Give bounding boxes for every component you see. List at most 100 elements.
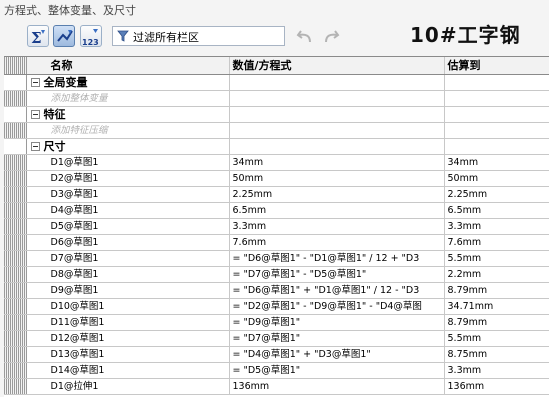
undo-icon[interactable] bbox=[296, 27, 314, 45]
dimension-name[interactable]: D1@拉伸1 bbox=[26, 378, 230, 395]
group-dims: 尺寸 bbox=[4, 138, 549, 155]
evaluated-value: 3.3mm bbox=[444, 218, 549, 235]
column-header-name[interactable]: 名称 bbox=[26, 57, 230, 75]
row-selector[interactable] bbox=[4, 90, 27, 107]
value-equation-cell[interactable]: 3.3mm bbox=[229, 218, 445, 235]
collapse-icon[interactable] bbox=[30, 77, 40, 87]
add-global-placeholder[interactable]: 添加整体变量 bbox=[26, 90, 230, 107]
evaluated-value: 34.71mm bbox=[444, 298, 549, 315]
group-label-dims: 尺寸 bbox=[43, 139, 66, 153]
row-selector[interactable] bbox=[4, 378, 27, 395]
dimension-name[interactable]: D11@草图1 bbox=[26, 314, 230, 331]
value-equation-cell[interactable]: = "D5@草图1" bbox=[229, 362, 445, 379]
row-selector-header[interactable] bbox=[4, 57, 27, 75]
dimension-name[interactable]: D5@草图1 bbox=[26, 218, 230, 235]
row-selector[interactable] bbox=[4, 106, 27, 123]
collapse-icon[interactable] bbox=[30, 109, 40, 119]
evaluated-value: 6.5mm bbox=[444, 202, 549, 219]
dimension-name[interactable]: D6@草图1 bbox=[26, 234, 230, 251]
table-row[interactable]: D10@草图1 = "D2@草图1" - "D9@草图1" - "D4@草图 34.… bbox=[4, 298, 549, 315]
table-row[interactable]: D3@草图1 2.25mm 2.25mm bbox=[4, 186, 549, 203]
row-selector[interactable] bbox=[4, 330, 27, 347]
table-row[interactable]: D4@草图1 6.5mm 6.5mm bbox=[4, 202, 549, 219]
dimension-name[interactable]: D10@草图1 bbox=[26, 298, 230, 315]
dimension-button[interactable]: 123 bbox=[80, 25, 102, 47]
row-selector[interactable] bbox=[4, 138, 27, 155]
row-selector[interactable] bbox=[4, 154, 27, 171]
row-selector[interactable] bbox=[4, 234, 27, 251]
global-var-button[interactable] bbox=[53, 25, 75, 47]
table-row[interactable]: D1@拉伸1 136mm 136mm bbox=[4, 378, 549, 395]
value-equation-cell[interactable]: 2.25mm bbox=[229, 186, 445, 203]
column-header-value[interactable]: 数值/方程式 bbox=[229, 57, 445, 75]
table-row[interactable]: D11@草图1 = "D9@草图1" 8.79mm bbox=[4, 314, 549, 331]
evaluated-value: 5.5mm bbox=[444, 250, 549, 267]
dimension-name[interactable]: D2@草图1 bbox=[26, 170, 230, 187]
value-equation-cell[interactable]: = "D6@草图1" - "D1@草图1" / 12 + "D3 bbox=[229, 250, 445, 267]
dimension-name[interactable]: D14@草图1 bbox=[26, 362, 230, 379]
evaluated-value: 50mm bbox=[444, 170, 549, 187]
dimension-name[interactable]: D8@草图1 bbox=[26, 266, 230, 283]
row-selector[interactable] bbox=[4, 218, 27, 235]
row-selector[interactable] bbox=[4, 282, 27, 299]
add-global-row: 添加整体变量 bbox=[4, 90, 549, 107]
table-row[interactable]: D2@草图1 50mm 50mm bbox=[4, 170, 549, 187]
value-equation-cell[interactable]: = "D7@草图1" bbox=[229, 330, 445, 347]
global-var-icon bbox=[57, 30, 73, 42]
dimension-name[interactable]: D3@草图1 bbox=[26, 186, 230, 203]
row-selector[interactable] bbox=[4, 250, 27, 267]
add-feature-placeholder[interactable]: 添加特征压缩 bbox=[26, 122, 230, 139]
row-selector[interactable] bbox=[4, 298, 27, 315]
value-equation-cell[interactable]: 6.5mm bbox=[229, 202, 445, 219]
evaluated-value: 7.6mm bbox=[444, 234, 549, 251]
table-row[interactable]: D5@草图1 3.3mm 3.3mm bbox=[4, 218, 549, 235]
row-selector[interactable] bbox=[4, 346, 27, 363]
value-equation-cell[interactable]: = "D7@草图1" - "D5@草图1" bbox=[229, 266, 445, 283]
row-selector[interactable] bbox=[4, 362, 27, 379]
dimension-name[interactable]: D1@草图1 bbox=[26, 154, 230, 171]
row-selector[interactable] bbox=[4, 186, 27, 203]
row-selector[interactable] bbox=[4, 170, 27, 187]
toolbar: Σ 123 过滤所有栏区 10#工字钢 bbox=[0, 18, 549, 56]
collapse-icon[interactable] bbox=[30, 141, 40, 151]
value-equation-cell[interactable]: 50mm bbox=[229, 170, 445, 187]
value-equation-cell[interactable]: 136mm bbox=[229, 378, 445, 395]
filter-field[interactable]: 过滤所有栏区 bbox=[112, 26, 285, 46]
table-row[interactable]: D9@草图1 = "D6@草图1" + "D1@草图1" / 12 - "D3 8.… bbox=[4, 282, 549, 299]
value-equation-cell[interactable]: = "D6@草图1" + "D1@草图1" / 12 - "D3 bbox=[229, 282, 445, 299]
table-row[interactable]: D14@草图1 = "D5@草图1" 3.3mm bbox=[4, 362, 549, 379]
value-equation-cell[interactable]: = "D2@草图1" - "D9@草图1" - "D4@草图 bbox=[229, 298, 445, 315]
table-row[interactable]: D7@草图1 = "D6@草图1" - "D1@草图1" / 12 + "D3 5.… bbox=[4, 250, 549, 267]
row-selector[interactable] bbox=[4, 202, 27, 219]
dimension-name[interactable]: D4@草图1 bbox=[26, 202, 230, 219]
dimension-icon: 123 bbox=[82, 29, 99, 47]
table-row[interactable]: D12@草图1 = "D7@草图1" 5.5mm bbox=[4, 330, 549, 347]
row-selector[interactable] bbox=[4, 314, 27, 331]
dimension-name[interactable]: D13@草图1 bbox=[26, 346, 230, 363]
filter-label: 过滤所有栏区 bbox=[133, 31, 199, 44]
dimension-name[interactable]: D7@草图1 bbox=[26, 250, 230, 267]
equations-table: 名称 数值/方程式 估算到 全局变量 添加整体变量 特征 添加特征压缩 尺寸 D… bbox=[4, 56, 549, 397]
redo-icon[interactable] bbox=[322, 27, 340, 45]
table-row[interactable]: D8@草图1 = "D7@草图1" - "D5@草图1" 2.2mm bbox=[4, 266, 549, 283]
window-title: 方程式、整体变量、及尺寸 bbox=[4, 4, 136, 17]
row-selector[interactable] bbox=[4, 74, 27, 91]
sigma-button[interactable]: Σ bbox=[27, 25, 49, 47]
value-equation-cell[interactable]: = "D9@草图1" bbox=[229, 314, 445, 331]
evaluated-value: 3.3mm bbox=[444, 362, 549, 379]
value-equation-cell[interactable]: 7.6mm bbox=[229, 234, 445, 251]
value-equation-cell[interactable]: = "D4@草图1" + "D3@草图1" bbox=[229, 346, 445, 363]
dimension-name[interactable]: D9@草图1 bbox=[26, 282, 230, 299]
table-row[interactable]: D6@草图1 7.6mm 7.6mm bbox=[4, 234, 549, 251]
filter-icon bbox=[117, 30, 129, 42]
value-equation-cell[interactable]: 34mm bbox=[229, 154, 445, 171]
group-features: 特征 bbox=[4, 106, 549, 123]
row-selector[interactable] bbox=[4, 266, 27, 283]
table-row[interactable]: D13@草图1 = "D4@草图1" + "D3@草图1" 8.75mm bbox=[4, 346, 549, 363]
table-row[interactable]: D1@草图1 34mm 34mm bbox=[4, 154, 549, 171]
row-selector[interactable] bbox=[4, 122, 27, 139]
dimension-name[interactable]: D12@草图1 bbox=[26, 330, 230, 347]
column-header-eval[interactable]: 估算到 bbox=[444, 57, 549, 75]
sigma-icon: Σ bbox=[31, 29, 45, 47]
svg-text:123: 123 bbox=[82, 38, 99, 47]
